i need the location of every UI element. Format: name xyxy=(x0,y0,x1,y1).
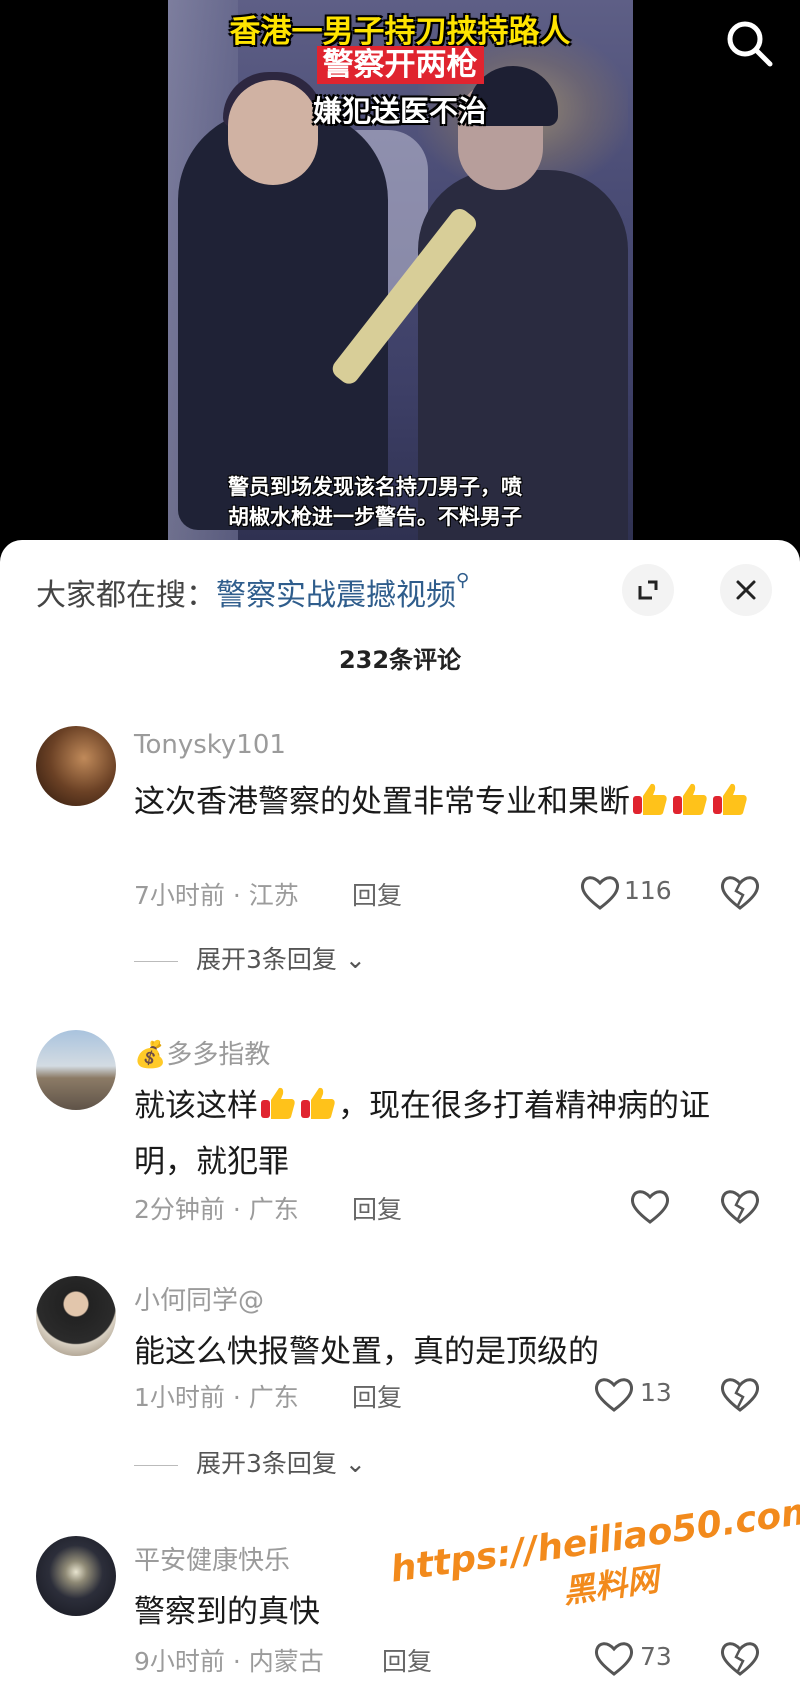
thumbs-up-emoji-icon xyxy=(713,783,747,815)
comment-count: 232条评论 xyxy=(338,646,462,674)
reply-button[interactable]: 回复 xyxy=(382,1642,432,1678)
broken-heart-icon[interactable] xyxy=(718,1638,762,1678)
like-count: 73 xyxy=(640,1642,672,1671)
comment-username[interactable]: 💰多多指教 xyxy=(134,1034,270,1071)
hot-search-link[interactable]: 警察实战震撼视频 xyxy=(216,578,456,613)
money-bag-icon: 💰 xyxy=(134,1040,167,1070)
expand-button[interactable] xyxy=(622,564,674,616)
avatar[interactable] xyxy=(36,1030,116,1110)
expand-replies-button[interactable]: 展开3条回复 ⌄ xyxy=(134,1444,366,1480)
broken-heart-icon[interactable] xyxy=(718,872,762,912)
thumbs-up-emoji-icon xyxy=(673,783,707,815)
video-headline-2: 警察开两枪 xyxy=(316,46,484,84)
chevron-down-icon: ⌄ xyxy=(344,945,366,974)
comment-username[interactable]: 小何同学@ xyxy=(134,1280,264,1317)
heart-icon[interactable] xyxy=(592,1638,636,1678)
close-icon xyxy=(736,580,756,600)
chevron-down-icon: ⌄ xyxy=(344,1449,366,1478)
hot-search-prefix: 大家都在搜： xyxy=(36,578,216,613)
search-button[interactable] xyxy=(720,14,780,74)
small-search-icon: ⚲ xyxy=(456,570,470,591)
avatar[interactable] xyxy=(36,726,116,806)
video-player[interactable]: 橙柿 互动 香港一男子持刀挟持路人 警察开两枪 嫌犯送医不治 警员到场发现该名持… xyxy=(0,0,800,560)
video-subtitle: 警员到场发现该名持刀男子，喷 胡椒水枪进一步警告。不料男子 xyxy=(228,475,522,529)
comment-time-location: 7小时前 · 江苏 xyxy=(134,881,299,910)
comment-text: 就该这样 ，现在很多打着精神病的证 明，就犯罪 xyxy=(134,1078,764,1190)
heart-icon[interactable] xyxy=(578,872,622,912)
expand-replies-button[interactable]: 展开3条回复 ⌄ xyxy=(134,940,366,976)
like-count: 13 xyxy=(640,1378,672,1407)
broken-heart-icon[interactable] xyxy=(718,1374,762,1414)
reply-button[interactable]: 回复 xyxy=(352,1378,402,1414)
comment-username[interactable]: Tonysky101 xyxy=(134,730,286,760)
broken-heart-icon[interactable] xyxy=(718,1186,762,1226)
like-count: 116 xyxy=(624,876,672,905)
comment-username[interactable]: 平安健康快乐 xyxy=(134,1540,290,1577)
comment-time-location: 9小时前 · 内蒙古 xyxy=(134,1647,324,1676)
heart-icon[interactable] xyxy=(592,1374,636,1414)
video-headline-1: 香港一男子持刀挟持路人 xyxy=(229,14,571,50)
avatar[interactable] xyxy=(36,1276,116,1356)
comment-text: 能这么快报警处置，真的是顶级的 xyxy=(134,1334,599,1370)
search-icon xyxy=(727,21,773,67)
comment-time-location: 1小时前 · 广东 xyxy=(134,1383,299,1412)
close-button[interactable] xyxy=(720,564,772,616)
reply-button[interactable]: 回复 xyxy=(352,1190,402,1226)
video-headline-3: 嫌犯送医不治 xyxy=(312,94,487,128)
comment-time-location: 2分钟前 · 广东 xyxy=(134,1195,299,1224)
expand-icon xyxy=(638,580,658,600)
comment-text: 这次香港警察的处置非常专业和果断 xyxy=(134,774,764,830)
thumbs-up-emoji-icon xyxy=(261,1087,295,1119)
thumbs-up-emoji-icon xyxy=(301,1087,335,1119)
thumbs-up-emoji-icon xyxy=(633,783,667,815)
reply-button[interactable]: 回复 xyxy=(352,876,402,912)
hot-search-bar: 大家都在搜：警察实战震撼视频⚲ xyxy=(36,570,469,614)
heart-icon[interactable] xyxy=(628,1186,672,1226)
avatar[interactable] xyxy=(36,1536,116,1616)
